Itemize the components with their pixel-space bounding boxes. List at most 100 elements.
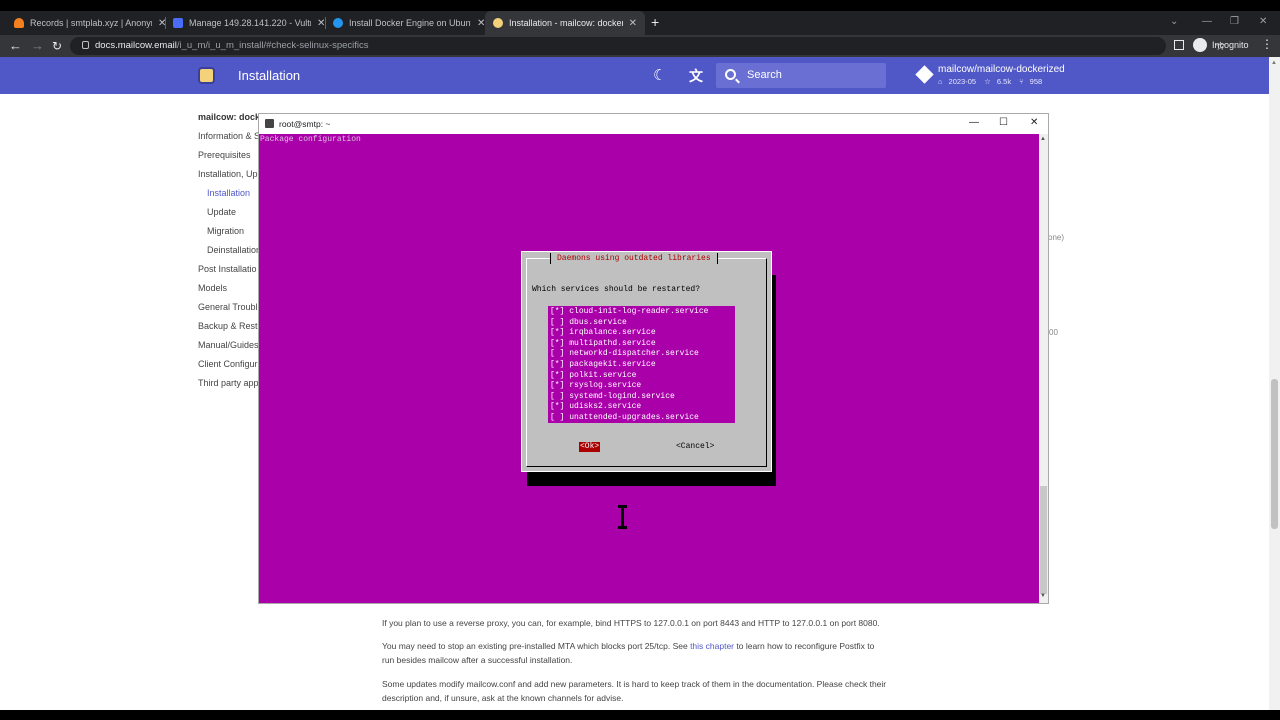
sidebar-item[interactable]: Third party app (198, 378, 259, 388)
terminal-scrollbar-thumb[interactable] (1040, 486, 1047, 594)
service-checklist-row[interactable]: [ ] dbus.service (548, 318, 735, 329)
checkbox-mark[interactable]: [*] (550, 328, 564, 337)
checkbox-mark[interactable]: [ ] (550, 413, 564, 422)
cloudflare-icon (14, 18, 24, 28)
sidebar-item[interactable]: Models (198, 283, 227, 293)
terminal-title: root@smtp: ~ (279, 119, 331, 129)
dark-mode-toggle-icon[interactable]: ☾ (653, 66, 666, 84)
scroll-up-icon[interactable]: ▲ (1040, 136, 1046, 142)
content-fragment: 00 (1049, 328, 1058, 337)
ok-button[interactable]: <Ok> (579, 442, 601, 452)
cancel-button[interactable]: <Cancel> (676, 442, 714, 452)
checkbox-mark[interactable]: [ ] (550, 318, 564, 327)
tab-title: Install Docker Engine on Ubuntu (349, 18, 471, 28)
paragraph-reverse-proxy: If you plan to use a reverse proxy, you … (382, 618, 880, 628)
forward-arrow-icon[interactable]: → (31, 38, 44, 54)
service-checklist[interactable]: [*] cloud-init-log-reader.service[ ] dbu… (548, 306, 735, 423)
search-input[interactable]: Search (716, 63, 886, 88)
sidebar-item[interactable]: General Trouble (198, 302, 260, 312)
terminal-close-icon[interactable]: ✕ (1030, 117, 1038, 128)
side-panel-icon[interactable] (1174, 40, 1184, 50)
sidebar-item[interactable]: Migration (207, 226, 244, 236)
git-repo-icon[interactable] (915, 65, 934, 84)
service-checklist-row[interactable]: [ ] systemd-logind.service (548, 392, 735, 403)
sidebar-item[interactable]: Information & S (198, 131, 260, 141)
checkbox-mark[interactable]: [*] (550, 360, 564, 369)
service-checklist-row[interactable]: [*] multipathd.service (548, 339, 735, 350)
checkbox-mark[interactable]: [*] (550, 307, 564, 316)
minimize-window-icon[interactable]: — (1202, 16, 1212, 27)
checkbox-mark[interactable]: [*] (550, 339, 564, 348)
service-name: dbus.service (569, 317, 627, 327)
checkbox-mark[interactable]: [*] (550, 402, 564, 411)
tab-close-icon[interactable]: ✕ (629, 18, 637, 29)
mailcow-logo-icon[interactable] (198, 67, 215, 84)
checkbox-mark[interactable]: [*] (550, 381, 564, 390)
letterbox-bottom (0, 710, 1280, 720)
terminal-window[interactable]: root@smtp: ~ — ☐ ✕ Package configuration… (258, 113, 1049, 604)
terminal-maximize-icon[interactable]: ☐ (999, 117, 1008, 128)
checkbox-mark[interactable]: [ ] (550, 392, 564, 401)
sidebar-item[interactable]: mailcow: dock (198, 112, 260, 122)
page-scrollbar-thumb[interactable] (1271, 379, 1278, 529)
checkbox-mark[interactable]: [ ] (550, 349, 564, 358)
scroll-up-arrow-icon[interactable]: ▲ (1271, 60, 1277, 66)
paragraph-updates: Some updates modify mailcow.conf and add… (382, 679, 887, 703)
sidebar-item[interactable]: Deinstallation (207, 245, 260, 255)
service-checklist-row[interactable]: [*] cloud-init-log-reader.service (548, 307, 735, 318)
tab-title: Installation - mailcow: dockerize (509, 18, 623, 28)
tab-title: Records | smtplab.xyz | Anonym (30, 18, 152, 28)
sidebar-item[interactable]: Prerequisites (198, 150, 251, 160)
close-window-icon[interactable]: ✕ (1259, 16, 1267, 27)
terminal-titlebar[interactable]: root@smtp: ~ — ☐ ✕ (259, 114, 1048, 134)
dialog-question: Which services should be restarted? (532, 285, 701, 294)
search-placeholder: Search (747, 69, 782, 81)
scroll-down-icon[interactable]: ▼ (1040, 593, 1046, 599)
back-arrow-icon[interactable]: ← (9, 38, 22, 54)
service-name: udisks2.service (569, 402, 642, 412)
new-tab-button[interactable]: + (651, 15, 659, 29)
sidebar-item[interactable]: Backup & Resto (198, 321, 260, 331)
dialog-title: Daemons using outdated libraries (550, 253, 718, 264)
language-select-icon[interactable]: 文 (689, 66, 703, 86)
sidebar-item[interactable]: Update (207, 207, 236, 217)
service-name: packagekit.service (569, 359, 656, 369)
reload-icon[interactable]: ↻ (52, 38, 62, 54)
service-checklist-row[interactable]: [*] packagekit.service (548, 360, 735, 371)
sidebar-item[interactable]: Client Configur (198, 359, 258, 369)
sidebar-item[interactable]: Installation, Up (198, 169, 258, 179)
this-chapter-link[interactable]: this chapter (690, 641, 734, 651)
page-scrollbar[interactable] (1269, 57, 1280, 710)
url-text[interactable]: docs.mailcow.email/i_u_m/i_u_m_install/#… (95, 40, 369, 51)
browser-tab-docker[interactable]: Install Docker Engine on Ubuntu ✕ (325, 11, 493, 35)
service-checklist-row[interactable]: [*] rsyslog.service (548, 381, 735, 392)
terminal-minimize-icon[interactable]: — (969, 117, 979, 128)
tab-search-chevron-icon[interactable]: ⌄ (1170, 16, 1178, 27)
terminal-scrollbar[interactable]: ▲ ▼ (1039, 134, 1048, 603)
service-checklist-row[interactable]: [ ] unattended-upgrades.service (548, 413, 735, 424)
letterbox-top (0, 0, 1280, 11)
outdated-daemons-dialog: Daemons using outdated libraries Which s… (521, 251, 772, 472)
mailcow-icon (493, 18, 503, 28)
service-name: rsyslog.service (569, 381, 642, 391)
repo-forks: 958 (1029, 77, 1043, 86)
service-checklist-row[interactable]: [ ] networkd-dispatcher.service (548, 349, 735, 360)
service-checklist-row[interactable]: [*] udisks2.service (548, 402, 735, 413)
address-bar[interactable]: docs.mailcow.email/i_u_m/i_u_m_install/#… (70, 37, 1226, 55)
checkbox-mark[interactable]: [*] (550, 371, 564, 380)
browser-tab-vultr[interactable]: Manage 149.28.141.220 - Vultr.c ✕ (165, 11, 333, 35)
service-checklist-row[interactable]: [*] irqbalance.service (548, 328, 735, 339)
sidebar-item[interactable]: Installation (207, 188, 250, 198)
browser-menu-icon[interactable]: ⋮ (1261, 37, 1273, 51)
service-checklist-row[interactable]: [*] polkit.service (548, 371, 735, 382)
restore-window-icon[interactable]: ❐ (1230, 16, 1239, 27)
browser-tab-records[interactable]: Records | smtplab.xyz | Anonym ✕ (6, 11, 174, 35)
tab-title: Manage 149.28.141.220 - Vultr.c (189, 18, 311, 28)
terminal-screen[interactable]: Package configuration Daemons using outd… (259, 134, 1039, 603)
repo-link[interactable]: mailcow/mailcow-dockerized (938, 64, 1065, 75)
sidebar-item[interactable]: Manual/Guides (198, 340, 259, 350)
sidebar-item[interactable]: Post Installatio (198, 264, 257, 274)
browser-tab-mailcow-active[interactable]: Installation - mailcow: dockerize ✕ (485, 11, 645, 35)
incognito-label[interactable]: Incognito (1212, 40, 1249, 50)
incognito-icon[interactable] (1193, 38, 1207, 52)
